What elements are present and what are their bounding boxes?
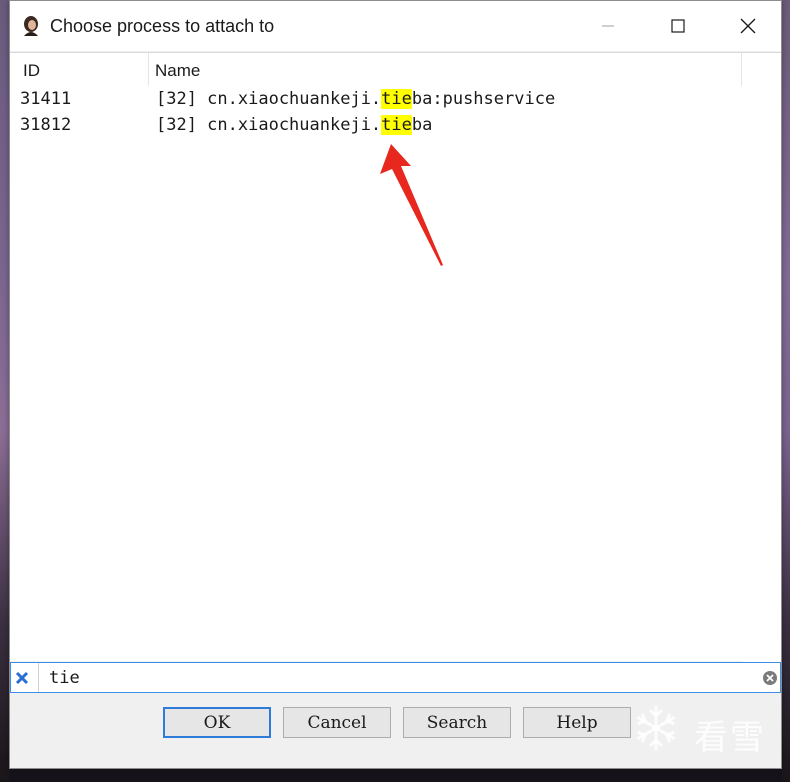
help-button[interactable]: Help bbox=[523, 707, 631, 738]
table-row[interactable]: 31411 [32] cn.xiaochuankeji.tieba:pushse… bbox=[10, 87, 743, 113]
maximize-icon bbox=[671, 19, 685, 33]
ok-button[interactable]: OK bbox=[163, 707, 271, 738]
name-prefix: [32] cn.xiaochuankeji. bbox=[156, 89, 382, 109]
window-title: Choose process to attach to bbox=[50, 16, 275, 36]
desktop-background-left bbox=[0, 0, 9, 782]
list-header: ID Name bbox=[10, 53, 743, 86]
filter-input[interactable] bbox=[38, 663, 753, 692]
column-divider[interactable] bbox=[148, 53, 149, 86]
close-button[interactable] bbox=[725, 1, 771, 51]
clear-input-icon[interactable] bbox=[762, 670, 778, 686]
vertical-scrollbar[interactable] bbox=[743, 53, 781, 662]
table-row[interactable]: 31812 [32] cn.xiaochuankeji.tieba bbox=[10, 113, 743, 139]
process-id: 31812 bbox=[20, 115, 72, 135]
search-match-highlight: tie bbox=[381, 115, 412, 135]
title-bar[interactable]: Choose process to attach to bbox=[10, 1, 781, 51]
search-match-highlight: tie bbox=[381, 89, 412, 109]
maximize-button[interactable] bbox=[655, 1, 701, 51]
filter-bar bbox=[10, 662, 781, 693]
column-header-name[interactable]: Name bbox=[155, 61, 200, 81]
search-button[interactable]: Search bbox=[403, 707, 511, 738]
column-divider bbox=[741, 53, 742, 86]
name-suffix: ba bbox=[411, 115, 433, 135]
process-name: [32] cn.xiaochuankeji.tieba bbox=[156, 115, 432, 135]
close-icon bbox=[740, 18, 756, 34]
process-id: 31411 bbox=[20, 89, 72, 109]
process-name: [32] cn.xiaochuankeji.tieba:pushservice bbox=[156, 89, 555, 109]
attach-process-dialog: Choose process to attach to ID Name 3141… bbox=[9, 0, 782, 769]
column-header-id[interactable]: ID bbox=[23, 61, 40, 81]
watermark-text: 看雪 bbox=[694, 718, 766, 758]
name-suffix: ba:pushservice bbox=[411, 89, 556, 109]
watermark: 看雪 bbox=[630, 702, 780, 758]
clear-filter-icon[interactable] bbox=[14, 670, 30, 686]
desktop-background-right bbox=[782, 0, 790, 782]
snowflake-icon bbox=[636, 706, 676, 750]
minimize-icon bbox=[602, 25, 614, 27]
cancel-button[interactable]: Cancel bbox=[283, 707, 391, 738]
name-prefix: [32] cn.xiaochuankeji. bbox=[156, 115, 382, 135]
minimize-button[interactable] bbox=[585, 1, 631, 51]
ida-app-icon bbox=[24, 16, 38, 36]
annotation-arrow bbox=[380, 144, 443, 266]
